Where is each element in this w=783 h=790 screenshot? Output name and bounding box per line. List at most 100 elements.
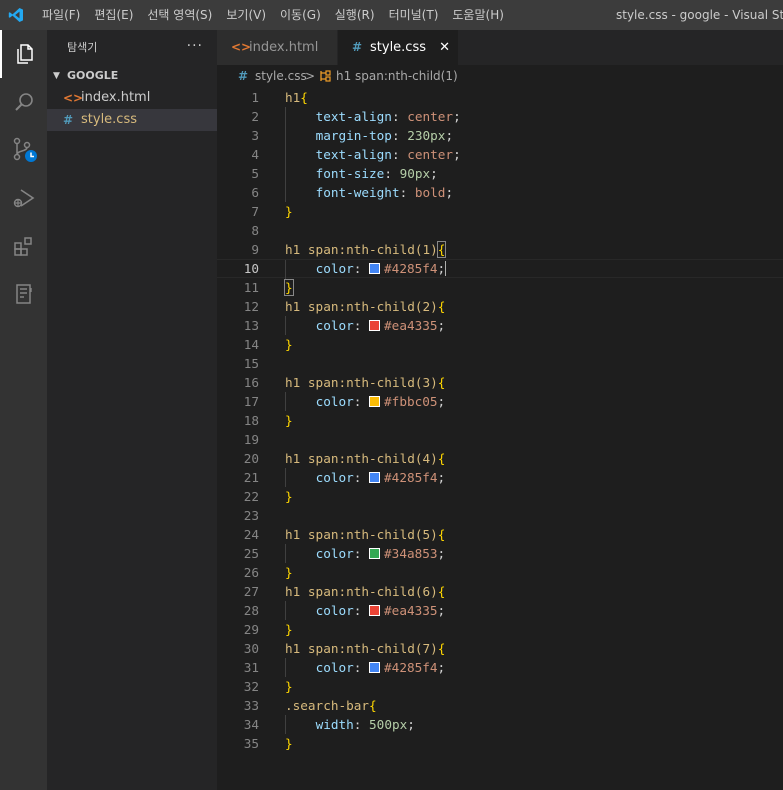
explorer-sidebar: 탐색기 ··· ▼ GOOGLE <> index.html # style.c… — [47, 30, 217, 790]
menu-item[interactable]: 보기(V) — [226, 0, 266, 30]
extensions-icon[interactable] — [0, 222, 47, 270]
code-line[interactable]: 7} — [217, 202, 783, 221]
code-text: } — [285, 679, 293, 694]
color-swatch[interactable] — [369, 472, 381, 483]
code-line[interactable]: 20 h1 span:nth-child(4){ — [217, 449, 783, 468]
code-line[interactable]: 23 — [217, 506, 783, 525]
color-swatch[interactable] — [369, 263, 381, 274]
code-line[interactable]: 14} — [217, 335, 783, 354]
code-line[interactable]: 6 font-weight: bold; — [217, 183, 783, 202]
code-line[interactable]: 10 color: #4285f4; — [217, 259, 783, 279]
code-line[interactable]: 9 h1 span:nth-child(1){ — [217, 240, 783, 259]
code-line[interactable]: 2 text-align: center; — [217, 107, 783, 126]
code-text: h1 span:nth-child(1){ — [285, 241, 447, 258]
code-line[interactable]: 21 color: #4285f4; — [217, 468, 783, 487]
line-number: 26 — [243, 565, 259, 580]
code-text: color: #ea4335; — [315, 603, 446, 618]
color-swatch[interactable] — [369, 605, 381, 616]
code-line[interactable]: 35} — [217, 734, 783, 753]
code-line[interactable]: 16 h1 span:nth-child(3){ — [217, 373, 783, 392]
line-number: 29 — [243, 622, 259, 637]
code-editor[interactable]: 1 h1{2 text-align: center; 3 margin-top: 2… — [217, 87, 783, 790]
color-swatch[interactable] — [369, 396, 381, 407]
code-text: color: #ea4335; — [315, 318, 446, 333]
tab-style-css[interactable]: # style.css ✕ — [338, 30, 458, 65]
line-number: 35 — [243, 736, 259, 751]
source-control-icon[interactable] — [0, 126, 47, 174]
line-number: 21 — [243, 470, 259, 485]
code-text: } — [285, 489, 293, 504]
line-number: 32 — [243, 679, 259, 694]
code-text: h1 span:nth-child(2){ — [285, 299, 446, 314]
line-number: 22 — [243, 489, 259, 504]
tab-label: style.css — [370, 40, 426, 55]
search-icon[interactable] — [0, 78, 47, 126]
code-text: color: #fbbc05; — [315, 394, 446, 409]
code-line[interactable]: 5 font-size: 90px; — [217, 164, 783, 183]
menu-item[interactable]: 선택 영역(S) — [147, 0, 212, 30]
breadcrumb-file[interactable]: style.css — [255, 65, 307, 87]
code-line[interactable]: 26} — [217, 563, 783, 582]
breadcrumb-symbol[interactable]: h1 span:nth-child(1) — [336, 65, 458, 87]
explorer-icon[interactable] — [0, 30, 47, 78]
notebook-icon[interactable] — [0, 270, 47, 318]
code-line[interactable]: 31 color: #4285f4; — [217, 658, 783, 677]
code-line[interactable]: 1 h1{ — [217, 88, 783, 107]
line-number: 25 — [243, 546, 259, 561]
line-number: 17 — [243, 394, 259, 409]
code-line[interactable]: 19 — [217, 430, 783, 449]
code-line[interactable]: 32} — [217, 677, 783, 696]
line-number: 11 — [243, 280, 259, 295]
code-text: } — [285, 337, 293, 352]
code-text: } — [285, 736, 293, 751]
code-line[interactable]: 24 h1 span:nth-child(5){ — [217, 525, 783, 544]
code-line[interactable]: 17 color: #fbbc05; — [217, 392, 783, 411]
code-line[interactable]: 28 color: #ea4335; — [217, 601, 783, 620]
code-line[interactable]: 33 .search-bar{ — [217, 696, 783, 715]
code-text: color: #4285f4; — [315, 261, 447, 276]
color-swatch[interactable] — [369, 548, 381, 559]
workspace-folder-header[interactable]: ▼ GOOGLE — [47, 66, 217, 86]
menu-item[interactable]: 도움말(H) — [452, 0, 504, 30]
code-line[interactable]: 29} — [217, 620, 783, 639]
line-number: 24 — [243, 527, 259, 542]
code-line[interactable]: 12 h1 span:nth-child(2){ — [217, 297, 783, 316]
code-line[interactable]: 11} — [217, 278, 783, 297]
close-icon[interactable]: ✕ — [439, 30, 450, 65]
code-line[interactable]: 15 — [217, 354, 783, 373]
code-line[interactable]: 27 h1 span:nth-child(6){ — [217, 582, 783, 601]
code-line[interactable]: 34 width: 500px; — [217, 715, 783, 734]
code-line[interactable]: 3 margin-top: 230px; — [217, 126, 783, 145]
line-number: 3 — [251, 128, 259, 143]
code-line[interactable]: 22} — [217, 487, 783, 506]
code-line[interactable]: 4 text-align: center; — [217, 145, 783, 164]
color-swatch[interactable] — [369, 662, 381, 673]
tab-label: index.html — [249, 40, 319, 55]
menu-item[interactable]: 편집(E) — [94, 0, 133, 30]
code-line[interactable]: 25 color: #34a853; — [217, 544, 783, 563]
breadcrumb-separator: > — [305, 69, 316, 83]
menu-item[interactable]: 파일(F) — [42, 0, 80, 30]
file-item-index-html[interactable]: <> index.html — [47, 87, 217, 109]
code-text: h1 span:nth-child(3){ — [285, 375, 446, 390]
menu-item[interactable]: 실행(R) — [335, 0, 375, 30]
color-swatch[interactable] — [369, 320, 381, 331]
file-item-style-css[interactable]: # style.css — [47, 109, 217, 131]
code-line[interactable]: 8 — [217, 221, 783, 240]
code-line[interactable]: 30 h1 span:nth-child(7){ — [217, 639, 783, 658]
tab-index-html[interactable]: <> index.html — [217, 30, 337, 65]
run-debug-icon[interactable] — [0, 174, 47, 222]
menu-item[interactable]: 이동(G) — [280, 0, 321, 30]
code-line[interactable]: 18} — [217, 411, 783, 430]
line-number: 8 — [251, 223, 259, 238]
workspace-folder-label: GOOGLE — [67, 69, 119, 82]
line-number: 19 — [243, 432, 259, 447]
menu-item[interactable]: 터미널(T) — [389, 0, 439, 30]
title-bar: 파일(F) 편집(E) 선택 영역(S) 보기(V) 이동(G) 실행(R) 터미널(T) 도… — [0, 0, 783, 30]
code-line[interactable]: 13 color: #ea4335; — [217, 316, 783, 335]
code-text: .search-bar{ — [285, 698, 377, 713]
code-text: text-align: center; — [315, 109, 461, 124]
code-text: color: #4285f4; — [315, 660, 446, 675]
symbol-icon — [320, 70, 331, 82]
more-actions-icon[interactable]: ··· — [187, 30, 203, 63]
